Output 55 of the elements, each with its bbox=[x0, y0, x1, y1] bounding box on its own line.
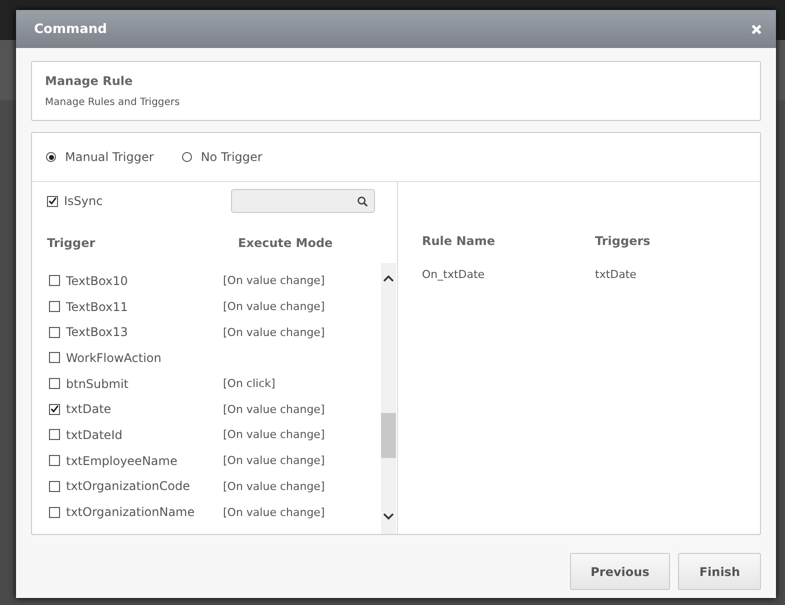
trigger-name: TextBox11 bbox=[66, 300, 128, 314]
trigger-name: WorkFlowAction bbox=[66, 350, 162, 365]
checkbox[interactable] bbox=[49, 352, 60, 364]
scroll-down-icon[interactable] bbox=[383, 513, 394, 520]
checkbox[interactable] bbox=[49, 378, 60, 390]
trigger-name: txtOrganizationCode bbox=[66, 479, 190, 494]
checkbox[interactable] bbox=[49, 429, 60, 440]
checkbox[interactable] bbox=[49, 326, 60, 338]
column-header: Triggers bbox=[595, 234, 650, 248]
card-title: Manage Rule bbox=[45, 74, 134, 88]
execute-mode: [On value change] bbox=[223, 300, 325, 314]
dialog-title: Command bbox=[34, 22, 107, 36]
footer-button[interactable]: Finish bbox=[678, 553, 761, 590]
execute-mode: [On value change] bbox=[223, 480, 325, 493]
checkbox-label[interactable]: IsSync bbox=[64, 194, 103, 208]
execute-mode: [On value change] bbox=[223, 506, 325, 519]
checkbox[interactable] bbox=[49, 275, 60, 286]
rule-triggers: txtDate bbox=[595, 268, 636, 281]
card-subtitle: Manage Rules and Triggers bbox=[45, 97, 181, 108]
checkmark-icon bbox=[50, 404, 59, 414]
trigger-name: txtEmployeeName bbox=[66, 454, 178, 468]
scrollbar-thumb[interactable] bbox=[381, 413, 396, 458]
execute-mode: [On value change] bbox=[223, 274, 325, 288]
radio-label[interactable]: Manual Trigger bbox=[65, 150, 154, 164]
column-header: Rule Name bbox=[422, 234, 496, 248]
checkbox[interactable] bbox=[49, 480, 60, 492]
search-field[interactable] bbox=[231, 189, 375, 213]
execute-mode: [On value change] bbox=[223, 402, 325, 416]
execute-mode: [On click] bbox=[223, 377, 276, 390]
trigger-name: txtOrganizationName bbox=[66, 505, 195, 520]
rule-name: On_txtDate bbox=[422, 268, 486, 281]
checkbox[interactable] bbox=[49, 404, 60, 415]
column-header: Execute Mode bbox=[238, 236, 333, 250]
trigger-name: TextBox13 bbox=[66, 325, 128, 340]
checkbox[interactable] bbox=[49, 301, 60, 312]
execute-mode: [On value change] bbox=[223, 428, 325, 442]
scroll-up-icon[interactable] bbox=[383, 275, 394, 282]
trigger-name: TextBox10 bbox=[66, 274, 128, 288]
execute-mode: [On value change] bbox=[223, 326, 325, 339]
radio-label[interactable]: No Trigger bbox=[200, 150, 262, 164]
radio-button[interactable] bbox=[46, 152, 56, 162]
checkbox[interactable] bbox=[49, 455, 60, 466]
trigger-name: btnSubmit bbox=[66, 376, 128, 391]
trigger-name: txtDate bbox=[66, 402, 112, 416]
radio-button[interactable] bbox=[182, 152, 192, 162]
close-icon[interactable] bbox=[751, 24, 762, 34]
trigger-name: txtDateId bbox=[66, 428, 122, 442]
footer-button[interactable]: Previous bbox=[570, 553, 670, 590]
checkmark-icon bbox=[48, 196, 57, 206]
scrollbar[interactable] bbox=[381, 263, 396, 534]
checkbox[interactable] bbox=[49, 506, 60, 518]
search-icon[interactable] bbox=[357, 196, 368, 206]
execute-mode: [On value change] bbox=[223, 454, 325, 468]
checkbox[interactable] bbox=[47, 196, 58, 206]
column-header: Trigger bbox=[47, 236, 96, 250]
